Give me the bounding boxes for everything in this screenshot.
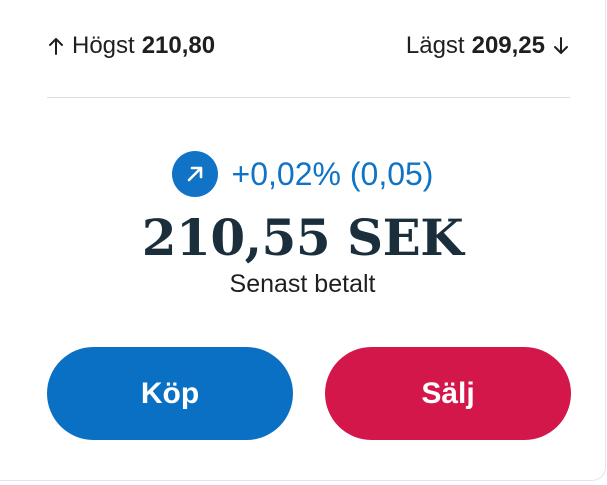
trend-up-right-icon <box>171 151 218 197</box>
last-price: 210,55 SEK <box>141 208 464 267</box>
day-high-value: 210,80 <box>141 32 216 59</box>
price-change: +0,02% (0,05) <box>0 149 605 199</box>
day-low-label: Lägst <box>405 32 465 59</box>
day-range-row: Högst 210,80 Lägst 209,25 <box>47 26 570 66</box>
arrow-down-icon <box>554 37 568 54</box>
buy-button[interactable]: Köp <box>47 347 293 440</box>
day-low-value: 209,25 <box>471 32 545 59</box>
sell-button[interactable]: Sälj <box>325 347 571 440</box>
day-high: Högst 210,80 <box>47 32 215 60</box>
day-high-label: Högst <box>72 32 135 59</box>
trend-arrow-glyph <box>187 166 202 182</box>
day-low: Lägst 209,25 <box>406 32 570 60</box>
price-change-text: +0,02% (0,05) <box>231 155 434 192</box>
arrow-up-icon <box>49 38 63 55</box>
price-card: Högst 210,80 Lägst 209,25 +0,02% (0,05) … <box>0 0 606 481</box>
divider <box>47 97 570 98</box>
last-price-caption: Senast betalt <box>229 270 376 298</box>
